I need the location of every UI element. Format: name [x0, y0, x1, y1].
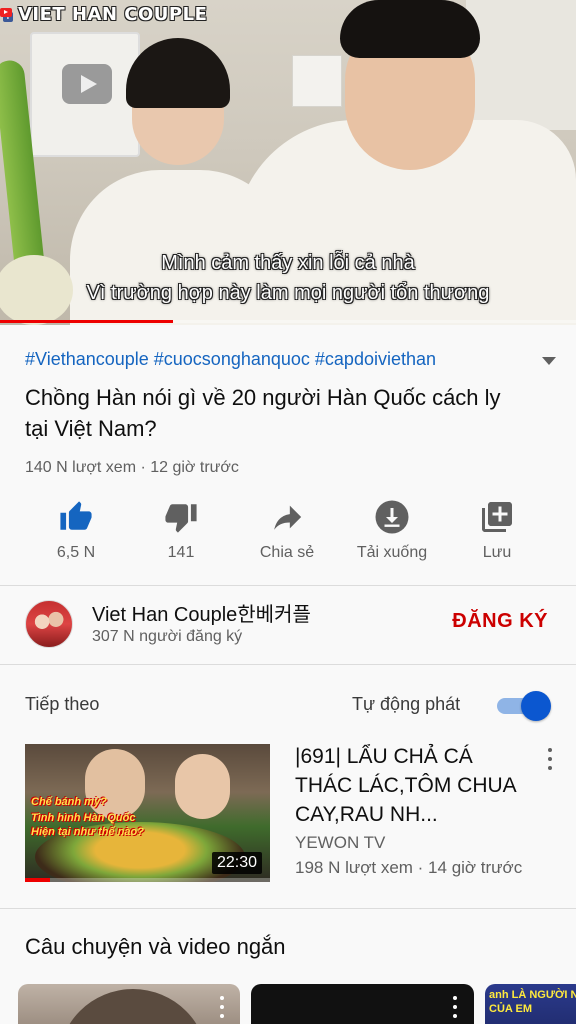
- youtube-icon: [0, 8, 12, 17]
- channel-watermark: f VIET HAN COUPLE: [0, 0, 207, 25]
- thumbnail-caption-2: Tình hình Hàn Quốc: [31, 812, 136, 824]
- video-duration: 22:30: [211, 852, 262, 874]
- woman-hair: [126, 38, 230, 108]
- subtitle-line-1: Mình cảm thấy xin lỗi cả nhà: [161, 252, 415, 274]
- download-label: Tải xuống: [356, 544, 428, 561]
- hashtags[interactable]: #Viethancouple #cuocsonghanquoc #capdoiv…: [25, 349, 436, 370]
- thumbnail-person: [85, 749, 145, 819]
- save-button[interactable]: Lưu: [442, 498, 552, 562]
- subtitle-line-2: Vì trường hợp này làm mọi người tổn thươ…: [86, 282, 490, 304]
- thumbnail-caption-3: Hiện tại như thế nào?: [31, 826, 144, 838]
- like-count: 6,5 N: [56, 544, 96, 561]
- next-video-thumbnail[interactable]: Chế bánh mỳ? Tình hình Hàn Quốc Hiện tại…: [25, 744, 270, 882]
- share-label: Chia sẻ: [259, 544, 315, 561]
- share-button[interactable]: Chia sẻ: [232, 498, 342, 562]
- short-thumbnail-caption: anh LÀ NGƯỜI NHÀCỦA EM: [489, 989, 576, 1015]
- short-thumbnail-person: [58, 989, 208, 1024]
- more-options-icon[interactable]: [546, 748, 554, 770]
- watched-progress: [25, 878, 270, 882]
- wall-switch: [292, 55, 342, 107]
- background-shelf: [466, 0, 576, 130]
- expand-description-icon[interactable]: [540, 355, 558, 367]
- man-hair: [340, 0, 480, 58]
- short-video-card[interactable]: [251, 984, 474, 1024]
- player-progress-bar[interactable]: [0, 320, 576, 323]
- dislike-count: 141: [167, 544, 195, 561]
- channel-avatar[interactable]: [25, 600, 73, 648]
- thumbnail-caption-1: Chế bánh mỳ?: [31, 796, 107, 808]
- next-video-meta: 198 N lượt xem · 14 giờ trước: [295, 858, 523, 877]
- download-icon: [375, 500, 409, 534]
- shorts-section-title: Câu chuyện và video ngắn: [25, 934, 286, 959]
- channel-row[interactable]: Viet Han Couple한베커플 307 N người đăng ký …: [0, 586, 576, 664]
- toggle-knob: [521, 691, 551, 721]
- autoplay-toggle[interactable]: [495, 691, 551, 721]
- player-progress-fill: [0, 320, 173, 323]
- download-button[interactable]: Tải xuống: [337, 498, 447, 562]
- thumbnail-person: [175, 754, 230, 819]
- autoplay-label: Tự động phát: [352, 694, 461, 714]
- share-icon: [274, 505, 302, 530]
- thumbs-up-icon: [60, 501, 92, 530]
- more-options-icon[interactable]: [451, 996, 459, 1018]
- like-button[interactable]: 6,5 N: [21, 498, 131, 562]
- subscribe-button[interactable]: ĐĂNG KÝ: [452, 610, 548, 633]
- video-meta: 140 N lượt xem · 12 giờ trước: [25, 459, 239, 476]
- next-video-channel: YEWON TV: [295, 833, 386, 852]
- divider: [0, 664, 576, 665]
- up-next-label: Tiếp theo: [25, 694, 100, 714]
- dislike-button[interactable]: 141: [126, 498, 236, 562]
- video-player[interactable]: f VIET HAN COUPLE Mình cảm thấy xin lỗi …: [0, 0, 576, 325]
- thumbs-down-icon: [165, 504, 197, 533]
- video-title: Chồng Hàn nói gì về 20 người Hàn Quốc cá…: [25, 385, 501, 441]
- save-label: Lưu: [482, 544, 512, 561]
- playlist-add-icon: [482, 502, 512, 532]
- short-video-card[interactable]: anh LÀ NGƯỜI NHÀCỦA EM: [485, 984, 576, 1024]
- divider: [0, 908, 576, 909]
- watermark-text: VIET HAN COUPLE: [18, 4, 208, 25]
- short-video-card[interactable]: [18, 984, 240, 1024]
- channel-name[interactable]: Viet Han Couple한베커플: [92, 598, 311, 627]
- subscriber-count: 307 N người đăng ký: [92, 628, 243, 645]
- watched-progress-fill: [25, 878, 50, 882]
- more-options-icon[interactable]: [218, 996, 226, 1018]
- next-video-title[interactable]: |691| LẨU CHẢ CÁ THÁC LÁC,TÔM CHUA CAY,R…: [295, 742, 525, 829]
- silver-play-button-plaque: [30, 32, 140, 157]
- action-bar: 6,5 N 141 Chia sẻ Tải xuống Lưu: [0, 498, 576, 570]
